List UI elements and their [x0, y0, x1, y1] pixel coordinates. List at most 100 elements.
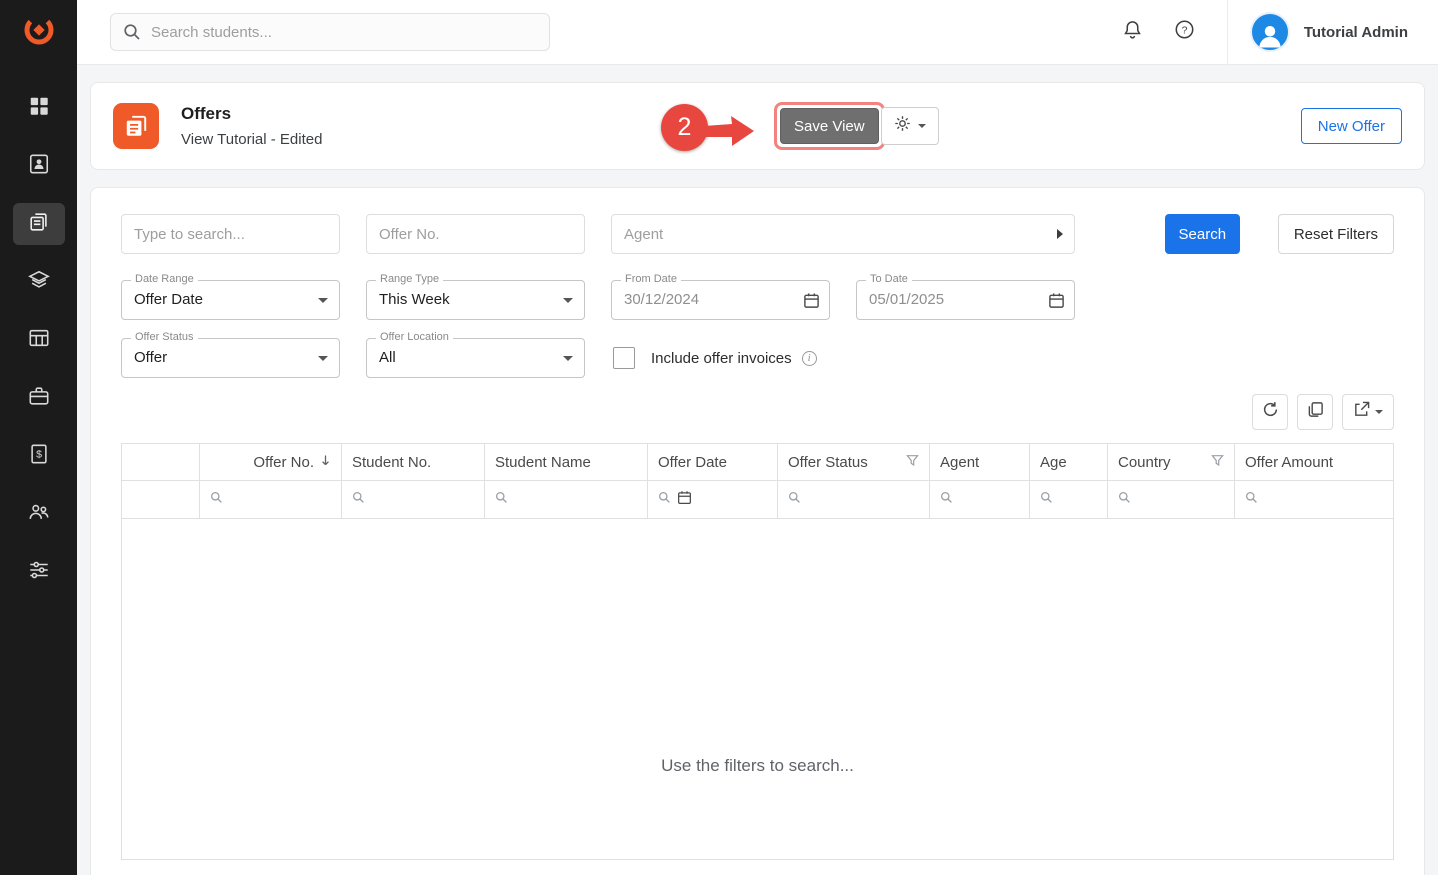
sort-desc-icon [320, 454, 331, 471]
offer-location-select[interactable]: Offer Location All [366, 338, 585, 378]
tutorial-annotation: 2 [661, 101, 756, 154]
filter-funnel-icon[interactable] [906, 454, 919, 471]
column-header-selection [122, 444, 200, 481]
export-button[interactable] [1342, 394, 1394, 430]
include-offer-invoices-checkbox[interactable] [613, 347, 635, 369]
search-icon [658, 491, 671, 509]
page-title: Offers [181, 104, 322, 124]
user-name: Tutorial Admin [1304, 24, 1408, 41]
filter-funnel-icon[interactable] [1211, 454, 1224, 471]
briefcase-icon [28, 385, 50, 412]
students-icon [28, 153, 50, 180]
sidebar-item-settings[interactable] [13, 551, 65, 593]
settings-icon [28, 559, 50, 586]
sidebar-item-agents[interactable] [13, 493, 65, 535]
help-button[interactable]: ? [1165, 12, 1205, 52]
sidebar-item-offers[interactable] [13, 203, 65, 245]
agents-icon [28, 501, 50, 528]
column-header-student-name[interactable]: Student Name [485, 444, 648, 481]
search-button[interactable]: Search [1165, 214, 1240, 254]
filter-cell-student-no[interactable] [342, 481, 485, 519]
chevron-down-icon [563, 356, 573, 361]
chevron-down-icon [318, 356, 328, 361]
filter-cell-agent[interactable] [930, 481, 1030, 519]
app-logo-icon [20, 11, 58, 54]
sidebar-item-applications[interactable] [13, 377, 65, 419]
filter-cell-country[interactable] [1108, 481, 1235, 519]
topbar-right: ? Tutorial Admin [1113, 0, 1438, 64]
offers-module-icon [113, 103, 159, 149]
column-header-offer-amount[interactable]: Offer Amount [1235, 444, 1393, 481]
to-date-field[interactable]: To Date 05/01/2025 [856, 280, 1075, 320]
range-type-select[interactable]: Range Type This Week [366, 280, 585, 320]
refresh-icon [1262, 401, 1279, 423]
filter-cell-offer-no[interactable] [200, 481, 342, 519]
column-header-agent[interactable]: Agent [930, 444, 1030, 481]
info-icon[interactable]: i [802, 351, 817, 366]
offer-status-value: Offer [134, 339, 167, 377]
column-header-age[interactable]: Age [1030, 444, 1108, 481]
include-invoices-group: Include offer invoices i [613, 347, 817, 369]
agent-input[interactable] [611, 214, 1075, 254]
annotation-step-number: 2 [661, 104, 708, 151]
column-header-student-no[interactable]: Student No. [342, 444, 485, 481]
column-header-offer-status[interactable]: Offer Status [778, 444, 930, 481]
view-settings-button[interactable] [881, 107, 939, 145]
to-date-value: 05/01/2025 [869, 281, 944, 319]
offer-no-input[interactable] [366, 214, 585, 254]
avatar [1250, 12, 1290, 52]
page-header-card: Offers View Tutorial - Edited 2 Save Vie… [90, 82, 1425, 170]
filter-cell-selection [122, 481, 200, 519]
offers-grid: Offer No. Student No. Student Name Offer… [121, 443, 1394, 860]
export-icon [1353, 401, 1370, 423]
chevron-down-icon [918, 124, 926, 128]
user-menu[interactable]: Tutorial Admin [1228, 12, 1438, 52]
search-icon [123, 23, 141, 46]
copy-icon [1307, 401, 1324, 423]
calendar-icon[interactable] [803, 292, 820, 314]
search-icon [1118, 491, 1131, 509]
reset-filters-button[interactable]: Reset Filters [1278, 214, 1394, 254]
search-students-input[interactable] [110, 13, 550, 51]
courses-icon [28, 269, 50, 296]
column-chooser-button[interactable] [1297, 394, 1333, 430]
calendar-icon[interactable] [1048, 292, 1065, 314]
topbar: ? Tutorial Admin [77, 0, 1438, 65]
svg-text:?: ? [1182, 24, 1188, 36]
gear-icon [894, 115, 911, 137]
chevron-down-icon [318, 298, 328, 303]
refresh-button[interactable] [1252, 394, 1288, 430]
column-header-country[interactable]: Country [1108, 444, 1235, 481]
new-offer-button[interactable]: New Offer [1301, 108, 1402, 144]
date-range-select[interactable]: Date Range Offer Date [121, 280, 340, 320]
save-view-button[interactable]: Save View [780, 108, 879, 144]
agent-lookup [611, 214, 1075, 254]
search-icon [940, 491, 953, 509]
page-header-text: Offers View Tutorial - Edited [181, 104, 322, 148]
sidebar-item-tables[interactable] [13, 319, 65, 361]
svg-text:$: $ [36, 448, 42, 460]
filter-cell-age[interactable] [1030, 481, 1108, 519]
filter-cell-offer-status[interactable] [778, 481, 930, 519]
sidebar-item-invoices[interactable]: $ [13, 435, 65, 477]
column-header-offer-date[interactable]: Offer Date [648, 444, 778, 481]
grid-header-row: Offer No. Student No. Student Name Offer… [122, 444, 1393, 481]
notifications-button[interactable] [1113, 12, 1153, 52]
filter-cell-offer-date[interactable] [648, 481, 778, 519]
app-logo[interactable] [0, 0, 77, 65]
type-to-search-input[interactable] [121, 214, 340, 254]
filter-cell-offer-amount[interactable] [1235, 481, 1393, 519]
offers-icon [28, 211, 50, 238]
grid-body: Use the filters to search... [122, 519, 1393, 859]
page-subtitle: View Tutorial - Edited [181, 131, 322, 148]
sidebar-item-dashboard[interactable] [13, 87, 65, 129]
from-date-field[interactable]: From Date 30/12/2024 [611, 280, 830, 320]
invoices-icon: $ [28, 443, 50, 470]
filter-cell-student-name[interactable] [485, 481, 648, 519]
column-header-offer-no[interactable]: Offer No. [200, 444, 342, 481]
sidebar-item-courses[interactable] [13, 261, 65, 303]
offer-status-select[interactable]: Offer Status Offer [121, 338, 340, 378]
sidebar-item-students[interactable] [13, 145, 65, 187]
calendar-icon[interactable] [677, 490, 692, 510]
chevron-right-icon[interactable] [1057, 229, 1063, 239]
